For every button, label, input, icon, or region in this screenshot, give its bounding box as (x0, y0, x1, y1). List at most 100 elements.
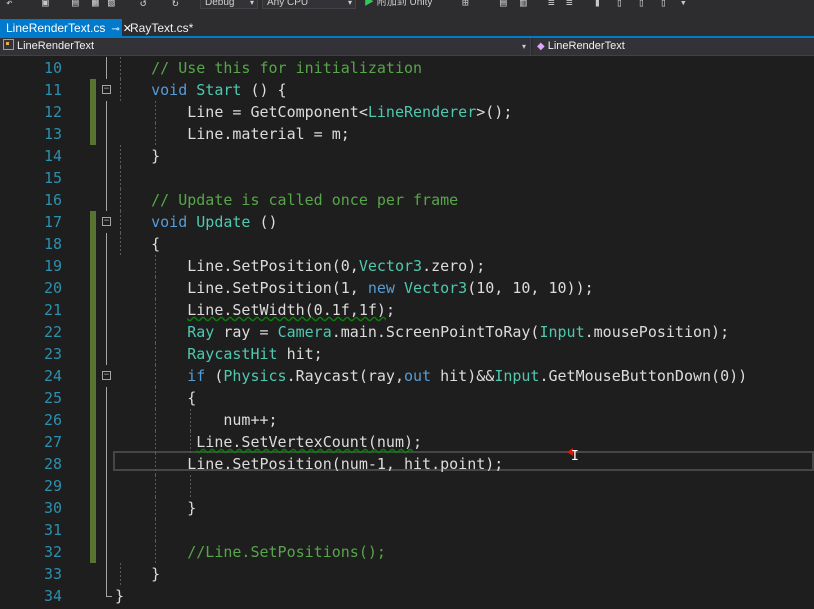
line-number: 12 (43, 103, 62, 121)
code-line[interactable]: 14 } (0, 145, 814, 167)
config-dropdown[interactable]: Debug ▾ (200, 0, 258, 9)
tab-linerendertext[interactable]: LineRenderText.cs ⊸ ✕ (0, 19, 132, 37)
new-project-icon[interactable]: ▣ (42, 0, 49, 9)
code-line[interactable]: 34} (0, 585, 814, 607)
code-token: // Update is called once per frame (115, 191, 459, 209)
code-line[interactable]: 33 } (0, 563, 814, 585)
code-line[interactable]: 21 Line.SetWidth(0.1f,1f); (0, 299, 814, 321)
code-token: Start (196, 81, 242, 99)
comment-icon[interactable]: ≡ (548, 0, 555, 9)
code-line[interactable]: 18 { (0, 233, 814, 255)
code-line[interactable]: 26 num++; (0, 409, 814, 431)
config-value: Debug (205, 0, 235, 8)
save-all-icon[interactable]: ▧ (108, 0, 115, 9)
prev-bookmark-icon[interactable]: ▯ (616, 0, 623, 9)
indent-guide (190, 475, 191, 497)
fold-line (106, 145, 107, 167)
tab-raytext[interactable]: RayText.cs* (124, 19, 204, 37)
code-token: Vector3 (404, 279, 468, 297)
fold-line (106, 343, 107, 365)
code-text[interactable]: { (115, 233, 160, 255)
code-text[interactable]: Line.SetWidth(0.1f,1f); (115, 299, 395, 321)
code-text[interactable]: Line.SetPosition(num-1, hit.point); (115, 453, 503, 475)
fold-end-marker (106, 585, 112, 597)
code-text[interactable]: // Update is called once per frame (115, 189, 458, 211)
change-indicator (90, 431, 96, 453)
code-token: Line = GetComponent (115, 103, 359, 121)
undo-icon[interactable]: ↺ (140, 0, 147, 9)
member-selector[interactable]: ◆ LineRenderText (533, 38, 814, 55)
back-icon[interactable]: ↶ (6, 0, 13, 9)
open-icon[interactable]: ▤ (72, 0, 79, 9)
code-line[interactable]: 15 (0, 167, 814, 189)
code-text[interactable]: } (115, 497, 196, 519)
code-line[interactable]: 28 Line.SetPosition(num-1, hit.point); (0, 453, 814, 475)
clear-bookmark-icon[interactable]: ▯ (660, 0, 667, 9)
code-line[interactable]: 12 Line = GetComponent<LineRenderer>(); (0, 101, 814, 123)
attach-icon[interactable]: ⊞ (462, 0, 469, 9)
redo-icon[interactable]: ↻ (172, 0, 179, 9)
code-line[interactable]: 10 // Use this for initialization (0, 57, 814, 79)
code-text[interactable]: } (115, 563, 160, 585)
code-text[interactable]: if (Physics.Raycast(ray,out hit)&&Input.… (115, 365, 747, 387)
code-line[interactable]: 20 Line.SetPosition(1, new Vector3(10, 1… (0, 277, 814, 299)
collapse-icon[interactable]: − (102, 85, 111, 94)
line-number: 14 (43, 147, 62, 165)
collapse-icon[interactable]: − (102, 371, 111, 380)
bookmark-icon[interactable]: ▮ (594, 0, 601, 9)
code-line[interactable]: 17 − void Update () (0, 211, 814, 233)
code-line[interactable]: 27 Line.SetVertexCount(num); (0, 431, 814, 453)
fold-line (106, 475, 107, 497)
code-text[interactable]: RaycastHit hit; (115, 343, 322, 365)
save-icon[interactable]: ▦ (92, 0, 99, 9)
platform-value: Any CPU (267, 0, 309, 8)
code-text[interactable]: // Use this for initialization (115, 57, 422, 79)
code-line[interactable]: 19 Line.SetPosition(0,Vector3.zero); (0, 255, 814, 277)
code-text[interactable]: num++; (115, 409, 277, 431)
code-line[interactable]: 22 Ray ray = Camera.main.ScreenPointToRa… (0, 321, 814, 343)
code-text[interactable]: { (115, 387, 196, 409)
code-text[interactable]: Line.material = m; (115, 123, 350, 145)
step-icon[interactable]: ▤ (500, 0, 507, 9)
code-text[interactable]: Line.SetPosition(1, new Vector3(10, 10, … (115, 277, 593, 299)
line-number: 16 (43, 191, 62, 209)
code-text[interactable]: //Line.SetPositions(); (115, 541, 386, 563)
collapse-icon[interactable]: − (102, 217, 111, 226)
pin-icon[interactable]: ⊸ (111, 24, 119, 35)
code-line[interactable]: 30 } (0, 497, 814, 519)
code-token: // Use this for initialization (115, 59, 423, 77)
change-indicator (90, 277, 96, 299)
code-text[interactable]: Line = GetComponent<LineRenderer>(); (115, 101, 512, 123)
code-text[interactable]: Ray ray = Camera.main.ScreenPointToRay(I… (115, 321, 729, 343)
attach-unity-button[interactable]: ▶ 附加到 Unity (364, 0, 432, 9)
next-bookmark-icon[interactable]: ▯ (638, 0, 645, 9)
code-line[interactable]: 25 { (0, 387, 814, 409)
code-line[interactable]: 16 // Update is called once per frame (0, 189, 814, 211)
code-editor[interactable]: 10 // Use this for initialization 11 − voi… (0, 57, 814, 609)
code-text[interactable]: Line.SetVertexCount(num); (115, 431, 422, 453)
class-selector[interactable]: LineRenderText ▾ (0, 38, 531, 55)
code-token: Update (196, 213, 251, 231)
code-line[interactable]: 31 (0, 519, 814, 541)
code-line[interactable]: 24 − if (Physics.Raycast(ray,out hit)&&In… (0, 365, 814, 387)
code-token: ray = (214, 323, 278, 341)
navigation-bar: LineRenderText ▾ ◆ LineRenderText (0, 38, 814, 56)
code-line[interactable]: 29 (0, 475, 814, 497)
uncomment-icon[interactable]: ≡ (566, 0, 573, 9)
code-line[interactable]: 23 RaycastHit hit; (0, 343, 814, 365)
line-number: 18 (43, 235, 62, 253)
code-text[interactable]: Line.SetPosition(0,Vector3.zero); (115, 255, 485, 277)
fold-line (106, 541, 107, 563)
code-line[interactable]: 32 //Line.SetPositions(); (0, 541, 814, 563)
platform-dropdown[interactable]: Any CPU ▾ (262, 0, 356, 9)
code-text[interactable]: void Start () { (115, 79, 286, 101)
code-line[interactable]: 13 Line.material = m; (0, 123, 814, 145)
code-text[interactable]: } (115, 585, 124, 607)
code-token: //Line.SetPositions(); (115, 543, 386, 561)
code-text[interactable]: } (115, 145, 160, 167)
tab-label: LineRenderText.cs (6, 21, 106, 35)
code-text[interactable]: void Update () (115, 211, 277, 233)
code-line[interactable]: 11 − void Start () { (0, 79, 814, 101)
chevron-down-icon[interactable]: ▾ (680, 0, 687, 9)
step-over-icon[interactable]: ▥ (520, 0, 527, 9)
